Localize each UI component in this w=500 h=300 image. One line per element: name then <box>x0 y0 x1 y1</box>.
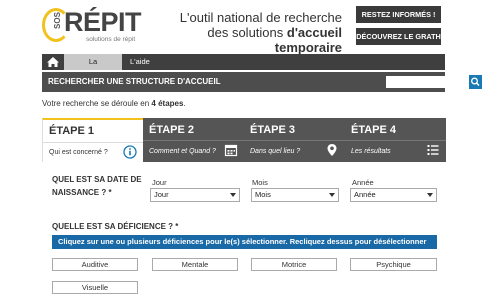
step-divider <box>244 140 345 141</box>
day-select-value: Jour <box>154 190 169 199</box>
step-2-label: ÉTAPE 2 <box>149 124 195 136</box>
step-2[interactable]: ÉTAPE 2 Comment et Quand ? <box>143 118 244 162</box>
step-3[interactable]: ÉTAPE 3 Dans quel lieu ? <box>244 118 345 162</box>
intro-text-after: . <box>183 99 186 108</box>
step-3-label: ÉTAPE 3 <box>250 124 296 136</box>
step-3-desc: Dans quel lieu ? <box>250 148 301 155</box>
search-bar: RECHERCHER UNE STRUCTURE D'ACCUEIL <box>42 72 482 92</box>
search-button[interactable] <box>469 75 482 89</box>
tagline-line2-plain: des solutions <box>207 25 287 40</box>
list-icon <box>427 145 439 155</box>
step-1[interactable]: ÉTAPE 1 Qui est concerné ? <box>42 118 144 162</box>
step-4-desc: Les résultats <box>351 148 391 155</box>
year-select[interactable]: Année <box>350 188 437 202</box>
logo-prefix: SOS <box>52 12 62 29</box>
chevron-down-icon <box>230 193 236 197</box>
month-label: Mois <box>252 178 268 187</box>
deficiency-motrice-button[interactable]: Motrice <box>251 258 337 271</box>
month-select[interactable]: Mois <box>251 188 339 202</box>
step-4[interactable]: ÉTAPE 4 Les résultats <box>345 118 446 162</box>
home-icon[interactable] <box>42 54 64 70</box>
calendar-icon <box>224 144 238 157</box>
month-select-value: Mois <box>255 190 271 199</box>
steps-bar: ÉTAPE 1 Qui est concerné ? ÉTAPE 2 Comme… <box>42 118 446 162</box>
logo-main-text: RÉPIT <box>64 7 142 37</box>
deficiency-psychique-button[interactable]: Psychique <box>350 258 437 271</box>
tab-l-aide[interactable]: L'aide <box>122 54 158 70</box>
birthdate-question: QUEL EST SA DATE DE NAISSANCE ? * <box>52 173 142 199</box>
site-header: SOS RÉPIT solutions de répit L'outil nat… <box>0 0 500 55</box>
step-divider <box>43 142 144 143</box>
tagline: L'outil national de recherche des soluti… <box>152 10 342 55</box>
deficiency-question: QUELLE EST SA DÉFICIENCE ? * <box>52 222 179 231</box>
chevron-down-icon <box>329 193 335 197</box>
year-label: Année <box>352 178 374 187</box>
tagline-line2: des solutions d'accueil temporaire <box>152 25 342 55</box>
year-select-value: Année <box>354 190 376 199</box>
intro-text-bold: 4 étapes <box>151 99 184 108</box>
intro-text: Votre recherche se déroule en 4 étapes. <box>42 99 186 108</box>
birthdate-question-line1: QUEL EST SA DATE DE <box>52 175 142 184</box>
map-pin-icon <box>327 144 337 156</box>
day-select[interactable]: Jour <box>150 188 240 202</box>
info-icon[interactable] <box>123 145 137 159</box>
main-nav: La recherche L'aide <box>42 54 445 82</box>
deficiency-hint: Cliquez sur une ou plusieurs déficiences… <box>52 235 437 249</box>
search-bar-title: RECHERCHER UNE STRUCTURE D'ACCUEIL <box>48 77 221 86</box>
step-1-label: ÉTAPE 1 <box>49 125 95 137</box>
step-2-desc: Comment et Quand ? <box>149 148 216 155</box>
step-divider <box>143 140 244 141</box>
tagline-line1: L'outil national de recherche <box>179 10 342 25</box>
discover-grath-button[interactable]: DÉCOUVREZ LE GRATH <box>356 28 441 45</box>
tab-la-recherche[interactable]: La recherche <box>64 54 122 82</box>
step-4-label: ÉTAPE 4 <box>351 124 397 136</box>
chevron-down-icon <box>427 193 433 197</box>
stay-informed-button[interactable]: RESTEZ INFORMÉS ! <box>356 6 441 23</box>
deficiency-visuelle-button[interactable]: Visuelle <box>52 281 138 294</box>
search-input[interactable] <box>386 76 469 88</box>
step-1-desc: Qui est concerné ? <box>49 149 108 156</box>
birthdate-question-line2: NAISSANCE ? * <box>52 188 112 197</box>
deficiency-mentale-button[interactable]: Mentale <box>152 258 238 271</box>
intro-text-before: Votre recherche se déroule en <box>42 99 152 108</box>
logo-subtitle: solutions de répit <box>86 36 136 43</box>
sos-repit-logo[interactable]: SOS RÉPIT solutions de répit <box>42 6 142 46</box>
step-divider <box>345 140 446 141</box>
day-label: Jour <box>152 178 167 187</box>
deficiency-auditive-button[interactable]: Auditive <box>52 258 138 271</box>
search-icon <box>471 77 480 87</box>
